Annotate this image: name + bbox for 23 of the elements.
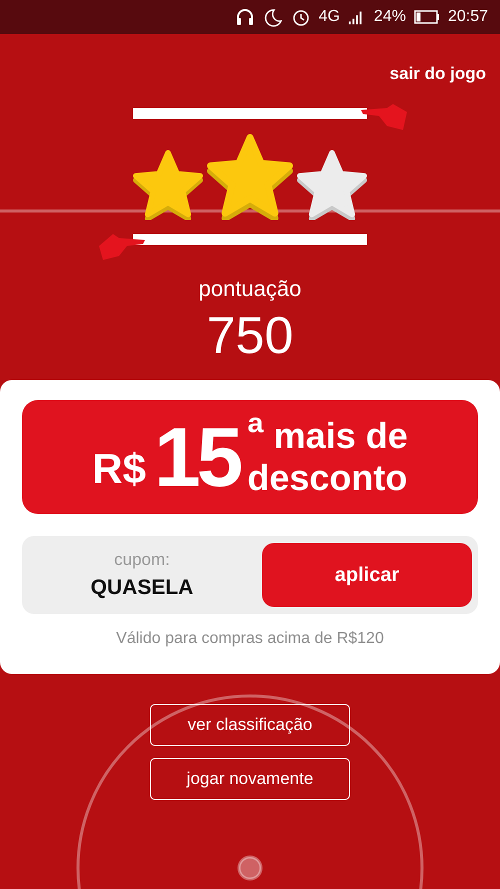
star-icon <box>133 150 203 220</box>
validity-note: Válido para compras acima de R$120 <box>116 630 384 648</box>
battery-percent: 24% <box>374 8 406 26</box>
apply-button[interactable]: aplicar <box>262 543 472 607</box>
star-icon <box>207 134 293 220</box>
network-label: 4G <box>318 8 340 26</box>
discount-text: ª mais de <box>247 415 408 457</box>
moon-icon <box>262 7 283 27</box>
score-label: pontuação <box>198 276 302 302</box>
clock-time: 20:57 <box>448 8 488 26</box>
exit-game-link[interactable]: sair do jogo <box>390 64 486 84</box>
battery-icon <box>414 10 440 24</box>
outline-button[interactable]: jogar novamente <box>150 758 350 800</box>
headphones-icon <box>234 7 255 27</box>
outline-button[interactable]: ver classificação <box>150 704 350 746</box>
coupon-code: QUASELA <box>90 576 194 600</box>
center-spot <box>238 856 262 880</box>
discount-text: desconto <box>247 457 408 499</box>
star-icon <box>297 150 367 220</box>
discount-amount: 15 <box>154 408 240 506</box>
score-value: 750 <box>206 310 294 362</box>
currency-text: R$ <box>92 445 146 493</box>
coupon-label: cupom: <box>114 550 170 570</box>
